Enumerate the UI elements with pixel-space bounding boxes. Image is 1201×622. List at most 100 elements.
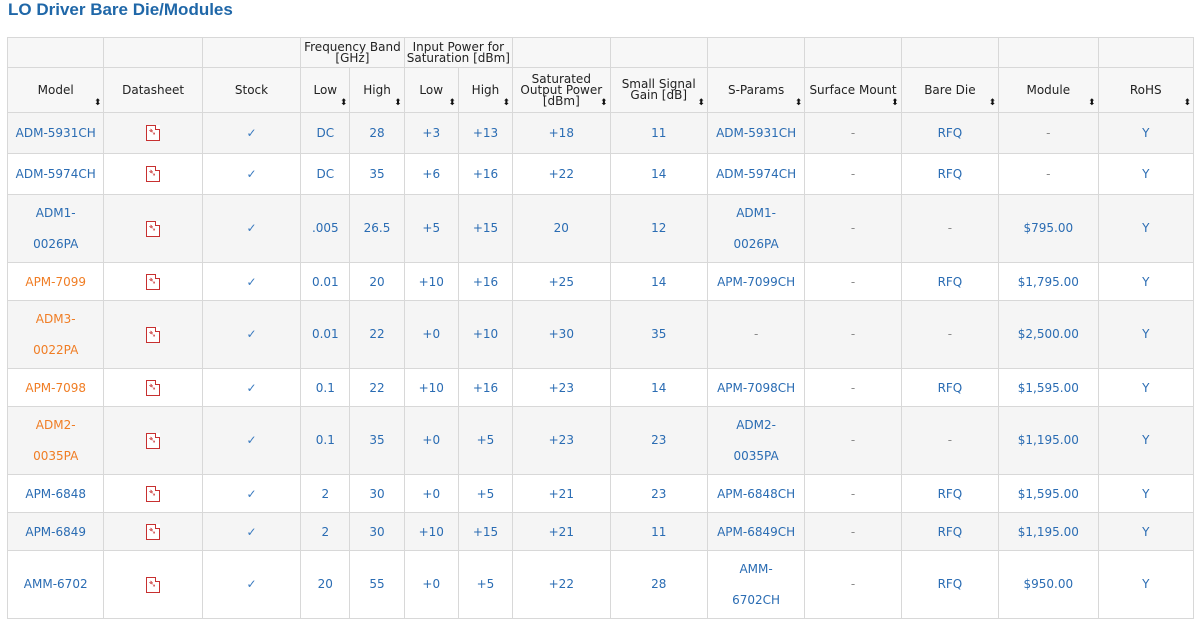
- model-link[interactable]: APM-7099: [6, 262, 105, 301]
- column-header-stock[interactable]: Stock: [201, 67, 302, 113]
- freq-high: 30: [349, 512, 405, 551]
- s-params-link[interactable]: ADM-5974CH: [706, 153, 806, 195]
- s-params-link[interactable]: APM-7099CH: [706, 262, 806, 301]
- stock-check: ✓: [201, 474, 302, 513]
- input-high: +10: [457, 300, 514, 369]
- model-link[interactable]: ADM2- 0035PA: [6, 406, 105, 475]
- s-params-link[interactable]: APM-6849CH: [706, 512, 806, 551]
- sort-arrows-icon[interactable]: ⬍: [340, 98, 348, 109]
- bare-die[interactable]: RFQ: [900, 262, 1000, 301]
- column-header-input-low[interactable]: Low ⬍: [403, 67, 459, 113]
- sort-arrows-icon[interactable]: ⬍: [1183, 98, 1191, 109]
- table-row: ADM3-0022PA✓0.0122+0+10+3035---$2,500.00…: [6, 300, 1195, 369]
- pdf-icon[interactable]: [146, 273, 161, 290]
- column-header-module[interactable]: Module ⬍: [998, 67, 1099, 113]
- s-params-link[interactable]: ADM1- 0026PA: [706, 194, 806, 263]
- column-header-rohs[interactable]: RoHS ⬍: [1097, 67, 1195, 113]
- sort-arrows-icon[interactable]: ⬍: [891, 98, 899, 109]
- sort-arrows-icon[interactable]: ⬍: [94, 98, 102, 109]
- sort-arrows-icon[interactable]: ⬍: [600, 98, 608, 109]
- s-params-link[interactable]: APM-6848CH: [706, 474, 806, 513]
- pdf-icon[interactable]: [146, 379, 161, 396]
- module-price[interactable]: $950.00: [998, 550, 1099, 619]
- pdf-icon[interactable]: [146, 166, 161, 182]
- stock-check: ✓: [201, 262, 302, 301]
- module-price[interactable]: $795.00: [998, 194, 1099, 263]
- column-header-bare-die[interactable]: Bare Die ⬍: [900, 67, 1000, 113]
- module-price[interactable]: $1,195.00: [998, 512, 1099, 551]
- s-params-link[interactable]: APM-7098CH: [706, 368, 806, 407]
- surface-mount: -: [804, 406, 902, 475]
- small-signal-gain: 14: [609, 153, 708, 195]
- stock-check: ✓: [201, 368, 302, 407]
- bare-die[interactable]: RFQ: [900, 474, 1000, 513]
- column-header-saturated-output[interactable]: Saturated Output Power [dBm] ⬍: [512, 67, 611, 113]
- column-header-small-signal-gain[interactable]: Small Signal Gain [dB] ⬍: [609, 67, 708, 113]
- bare-die[interactable]: RFQ: [900, 368, 1000, 407]
- rohs: Y: [1097, 194, 1195, 263]
- pdf-icon[interactable]: [146, 220, 161, 237]
- model-link[interactable]: APM-7098: [6, 368, 105, 407]
- pdf-icon[interactable]: [146, 485, 161, 502]
- sort-arrows-icon[interactable]: ⬍: [394, 98, 402, 109]
- column-header-freq-high[interactable]: High ⬍: [349, 67, 405, 113]
- datasheet-cell: [103, 153, 203, 195]
- rohs: Y: [1097, 550, 1195, 619]
- column-header-input-high[interactable]: High ⬍: [457, 67, 514, 113]
- saturated-output: +21: [512, 512, 611, 551]
- column-header-datasheet[interactable]: Datasheet: [103, 67, 203, 113]
- table-row: AMM-6702 ✓2055+0+5+2228 AMM- 6702CH -RFQ$950…: [6, 550, 1195, 619]
- datasheet-cell: [103, 300, 203, 369]
- input-high: +15: [457, 512, 514, 551]
- pdf-icon[interactable]: [146, 523, 161, 540]
- freq-low: 20: [300, 550, 351, 619]
- model-link[interactable]: AMM-6702: [6, 550, 105, 619]
- model-link[interactable]: ADM-5931CH: [6, 112, 105, 154]
- freq-high: 35: [349, 153, 405, 195]
- sort-arrows-icon[interactable]: ⬍: [697, 98, 705, 109]
- header-input-power: Input Power for Saturation [dBm]: [403, 37, 514, 68]
- sort-arrows-icon[interactable]: ⬍: [795, 98, 803, 109]
- module-price[interactable]: $2,500.00: [998, 300, 1099, 369]
- pdf-icon[interactable]: [146, 125, 161, 141]
- module-price[interactable]: $1,795.00: [998, 262, 1099, 301]
- s-params-link[interactable]: AMM- 6702CH: [706, 550, 806, 619]
- column-header-surface-mount[interactable]: Surface Mount ⬍: [804, 67, 902, 113]
- column-header-label: S-Params: [727, 82, 785, 97]
- header-spacer: [998, 37, 1099, 68]
- model-link[interactable]: APM-6849: [6, 512, 105, 551]
- sort-arrows-icon[interactable]: ⬍: [1088, 98, 1096, 109]
- s-params-link[interactable]: ADM-5931CH: [706, 112, 806, 154]
- saturated-output: +25: [512, 262, 611, 301]
- s-params-link[interactable]: ADM2- 0035PA: [706, 406, 806, 475]
- bare-die[interactable]: RFQ: [900, 112, 1000, 154]
- module-price[interactable]: $1,195.00: [998, 406, 1099, 475]
- pdf-icon[interactable]: [146, 326, 161, 343]
- s-params-link-line1: ADM1-: [736, 205, 776, 220]
- header-spacer: [609, 37, 708, 68]
- bare-die[interactable]: RFQ: [900, 512, 1000, 551]
- freq-low: 2: [300, 474, 351, 513]
- model-link[interactable]: APM-6848: [6, 474, 105, 513]
- bare-die[interactable]: RFQ: [900, 153, 1000, 195]
- header-spacer: [1097, 37, 1195, 68]
- pdf-icon[interactable]: [146, 432, 161, 449]
- sort-arrows-icon[interactable]: ⬍: [989, 98, 997, 109]
- pdf-icon[interactable]: [146, 576, 161, 593]
- model-link[interactable]: ADM-5974CH: [6, 153, 105, 195]
- model-link[interactable]: ADM3- 0022PA: [6, 300, 105, 369]
- column-header-label: Model: [37, 82, 74, 97]
- model-link[interactable]: ADM1- 0026PA: [6, 194, 105, 263]
- module-price[interactable]: $1,595.00: [998, 474, 1099, 513]
- column-header-s-params[interactable]: S-Params ⬍: [706, 67, 806, 113]
- module-price[interactable]: $1,595.00: [998, 368, 1099, 407]
- s-params-link-line2: 0035PA: [733, 448, 779, 463]
- freq-high: 20: [349, 262, 405, 301]
- surface-mount: -: [804, 112, 902, 154]
- bare-die[interactable]: RFQ: [900, 550, 1000, 619]
- saturated-output: +23: [512, 368, 611, 407]
- sort-arrows-icon[interactable]: ⬍: [448, 98, 456, 109]
- sort-arrows-icon[interactable]: ⬍: [503, 98, 511, 109]
- column-header-model[interactable]: Model ⬍: [6, 67, 105, 113]
- column-header-freq-low[interactable]: Low ⬍: [300, 67, 351, 113]
